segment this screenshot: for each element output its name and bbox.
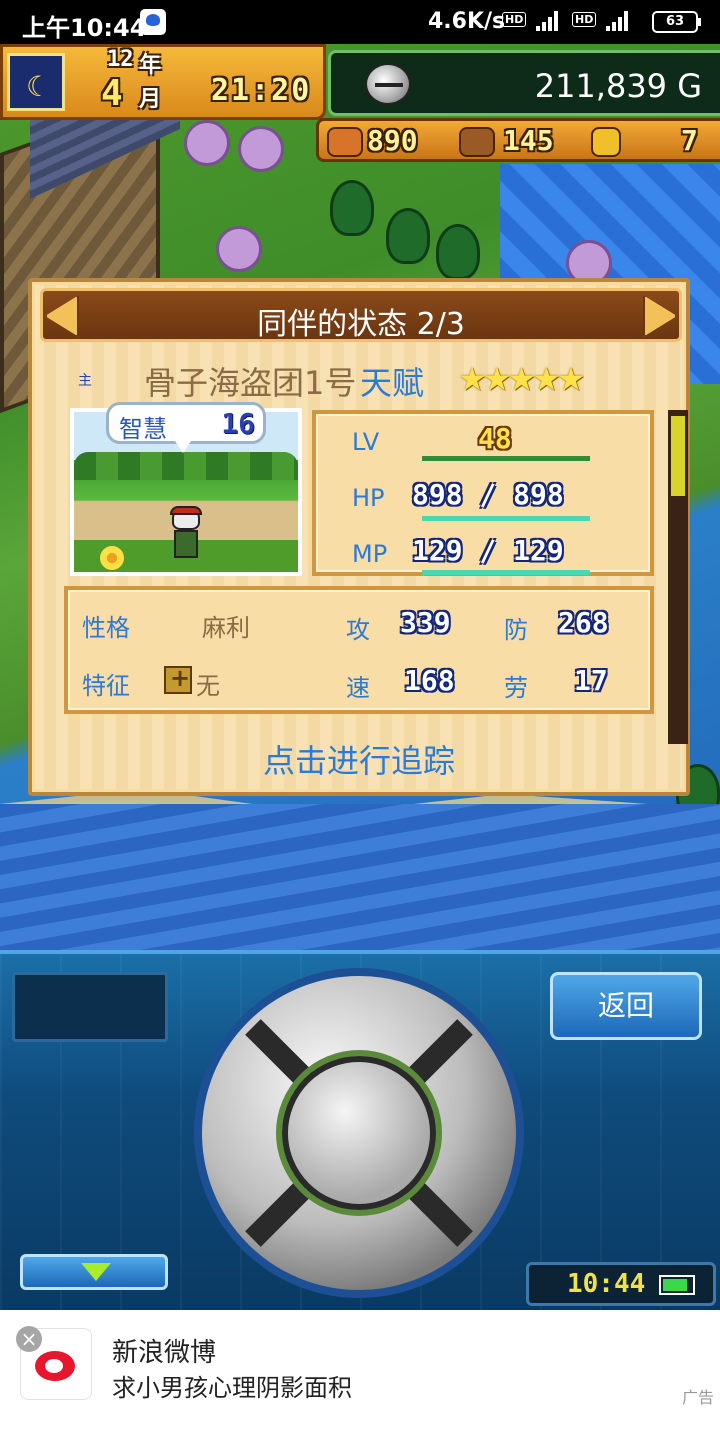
blossom-tree <box>238 126 284 172</box>
attack-value: 339 <box>400 606 451 639</box>
lv-bar <box>422 456 590 461</box>
controller-clock: 10:44 <box>526 1262 716 1306</box>
ad-tag: 广告 <box>681 1388 714 1407</box>
portrait-trees <box>74 452 298 480</box>
talent-label: 天赋 <box>360 364 425 402</box>
panel-title: 同伴的状态 2/3 <box>257 307 465 342</box>
track-companion-link[interactable]: 点击进行追踪 <box>32 736 686 782</box>
status-time: 上午10:44 <box>22 14 147 42</box>
game-clock: 21:20 <box>211 73 312 108</box>
skeleton-pirate-sprite <box>166 506 206 562</box>
ad-subtitle[interactable]: 求小男孩心理阴影面积 <box>112 1368 352 1403</box>
hp-value: 898 / 898 <box>412 478 564 511</box>
hd-badge-2: HD <box>572 12 597 27</box>
signal-icon-2 <box>606 11 628 31</box>
battery-icon <box>659 1275 695 1295</box>
wisdom-label: 智慧 <box>119 415 167 443</box>
silver-coin-icon <box>365 63 411 105</box>
scrollbar-thumb[interactable] <box>671 416 685 496</box>
controller-mini-screen <box>12 972 168 1042</box>
date-time-hud: ☾ 12 年 4 月 21:20 <box>0 44 326 120</box>
trait-value: 无 <box>196 672 220 700</box>
speed-label: 速 <box>346 674 370 702</box>
back-button[interactable]: 返回 <box>550 972 702 1040</box>
medal-icon <box>591 127 621 157</box>
companion-name: 骨子海盗团1号 <box>144 364 357 402</box>
pine-tree <box>386 208 430 264</box>
fatigue-label: 劳 <box>504 674 528 702</box>
dpad[interactable] <box>194 968 524 1298</box>
wood-count: 145 <box>503 124 554 157</box>
lv-value: 48 <box>478 422 512 455</box>
gold-amount: 211,839 G <box>534 67 702 105</box>
mp-bar <box>422 570 590 575</box>
lv-label: LV <box>352 428 380 456</box>
blossom-tree <box>216 226 262 272</box>
resource-hud: 890 145 7 <box>316 118 720 162</box>
dpad-center-button[interactable] <box>282 1056 436 1210</box>
panel-title-bar: 同伴的状态 2/3 <box>40 288 682 342</box>
defense-value: 268 <box>558 606 609 639</box>
hp-bar <box>422 516 590 521</box>
month-value: 4 <box>101 73 123 114</box>
talent-stars: ★★★★★ <box>458 360 585 398</box>
panel-scrollbar[interactable] <box>668 410 688 744</box>
attributes-box: 性格 麻利 特征 无 攻 339 防 268 速 168 劳 17 <box>64 586 654 714</box>
food-count: 890 <box>367 124 418 157</box>
level-hp-mp-box: LV 48 HP 898 / 898 MP 129 / 129 <box>312 410 654 576</box>
blossom-tree <box>184 120 230 166</box>
flower-icon <box>100 546 124 570</box>
ad-banner[interactable]: × 新浪微博 求小男孩心理阴影面积 广告 <box>0 1310 720 1410</box>
personality-value: 麻利 <box>202 614 250 642</box>
personality-label: 性格 <box>82 614 130 642</box>
medal-count: 7 <box>681 124 698 157</box>
night-moon-icon: ☾ <box>7 53 65 111</box>
pine-tree <box>330 180 374 236</box>
bottom-strip <box>0 1410 720 1440</box>
ad-title[interactable]: 新浪微博 <box>112 1332 216 1369</box>
hp-label: HP <box>352 484 385 512</box>
companion-status-panel[interactable]: 同伴的状态 2/3 主 骨子海盗团1号 天赋 ★★★★★ 智慧 16 LV 48… <box>28 278 690 796</box>
wisdom-value: 16 <box>221 407 255 440</box>
defense-label: 防 <box>504 616 528 644</box>
signal-icon <box>536 11 558 31</box>
fatigue-value: 17 <box>574 664 608 697</box>
chevron-down-icon <box>81 1263 111 1281</box>
companion-name-row: 主 骨子海盗团1号 天赋 ★★★★★ <box>78 356 648 404</box>
pine-tree <box>436 224 480 280</box>
mp-value: 129 / 129 <box>412 534 564 567</box>
wood-icon <box>459 127 495 157</box>
virtual-controller: 返回 10:44 <box>0 950 720 1310</box>
wisdom-bubble: 智慧 16 <box>106 402 266 444</box>
gold-hud: 211,839 G <box>328 50 720 116</box>
trait-icon <box>164 664 192 694</box>
food-icon <box>327 127 363 157</box>
network-speed: 4.6K/s <box>428 9 506 34</box>
system-status-bar: 上午10:44 4.6K/s HD HD 63 <box>0 0 720 44</box>
master-mark: 主 <box>78 373 92 389</box>
year-unit: 年 <box>139 53 162 78</box>
year-value: 12 <box>107 47 134 72</box>
battery-icon: 63 <box>652 11 701 33</box>
companion-portrait: 智慧 16 <box>70 402 302 576</box>
controller-clock-time: 10:44 <box>567 1269 646 1299</box>
hd-badge: HD <box>502 12 527 27</box>
sea-area <box>0 804 720 950</box>
month-unit: 月 <box>139 87 162 112</box>
ad-close-button[interactable]: × <box>16 1326 42 1352</box>
collapse-down-button[interactable] <box>20 1254 168 1290</box>
baidu-app-icon <box>140 9 166 35</box>
attack-label: 攻 <box>346 616 370 644</box>
speed-value: 168 <box>404 664 455 697</box>
mp-label: MP <box>352 540 388 568</box>
trait-label: 特征 <box>82 672 130 700</box>
